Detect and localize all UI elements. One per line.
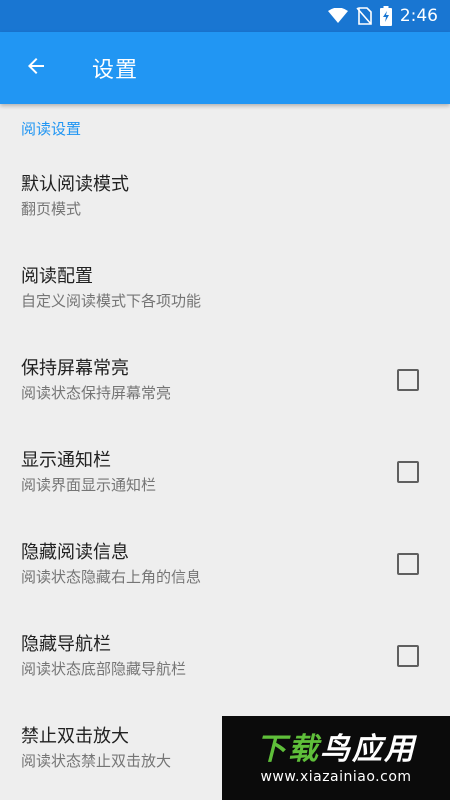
- hide-navigation-bar-checkbox[interactable]: [397, 645, 419, 667]
- status-bar: 2:46: [0, 0, 450, 32]
- watermark-logo: 下载鸟应用 www.xiazainiao.com: [222, 716, 450, 800]
- pref-hide-navigation-bar[interactable]: 隐藏导航栏 阅读状态底部隐藏导航栏: [0, 610, 450, 702]
- pref-summary: 阅读状态保持屏幕常亮: [21, 384, 172, 402]
- pref-title: 隐藏阅读信息: [21, 542, 129, 563]
- watermark-text-white: 鸟应用: [320, 732, 416, 767]
- pref-hide-reading-info[interactable]: 隐藏阅读信息 阅读状态隐藏右上角的信息: [0, 518, 450, 610]
- section-header-reading: 阅读设置: [21, 120, 82, 138]
- hide-reading-info-checkbox[interactable]: [397, 553, 419, 575]
- watermark-title: 下载鸟应用: [256, 731, 416, 769]
- page-title: 设置: [92, 58, 139, 83]
- settings-list: 阅读设置 默认阅读模式 翻页模式 阅读配置 自定义阅读模式下各项功能 保持屏幕常…: [0, 104, 450, 800]
- pref-summary: 阅读界面显示通知栏: [21, 476, 157, 494]
- watermark-text-green: 下载: [256, 732, 320, 767]
- pref-title: 默认阅读模式: [21, 174, 129, 195]
- show-notification-bar-checkbox[interactable]: [397, 461, 419, 483]
- pref-title: 阅读配置: [21, 266, 93, 287]
- status-time: 2:46: [399, 6, 438, 26]
- battery-charging-icon: [379, 6, 392, 26]
- pref-title: 保持屏幕常亮: [21, 358, 129, 379]
- no-sim-icon: [356, 7, 372, 25]
- pref-show-notification-bar[interactable]: 显示通知栏 阅读界面显示通知栏: [0, 426, 450, 518]
- watermark-url: www.xiazainiao.com: [260, 769, 412, 785]
- pref-reading-config[interactable]: 阅读配置 自定义阅读模式下各项功能: [0, 242, 450, 334]
- pref-summary: 翻页模式: [21, 200, 82, 218]
- pref-default-reading-mode[interactable]: 默认阅读模式 翻页模式: [0, 150, 450, 242]
- pref-keep-screen-on[interactable]: 保持屏幕常亮 阅读状态保持屏幕常亮: [0, 334, 450, 426]
- pref-title: 显示通知栏: [21, 450, 111, 471]
- pref-title: 隐藏导航栏: [21, 634, 111, 655]
- keep-screen-on-checkbox[interactable]: [397, 369, 419, 391]
- pref-summary: 阅读状态底部隐藏导航栏: [21, 660, 187, 678]
- pref-summary: 自定义阅读模式下各项功能: [21, 292, 202, 310]
- wifi-icon: [327, 8, 348, 24]
- arrow-left-icon: [24, 54, 48, 82]
- back-button[interactable]: [8, 40, 64, 96]
- pref-summary: 阅读状态隐藏右上角的信息: [21, 568, 202, 586]
- app-bar: 设置: [0, 32, 450, 104]
